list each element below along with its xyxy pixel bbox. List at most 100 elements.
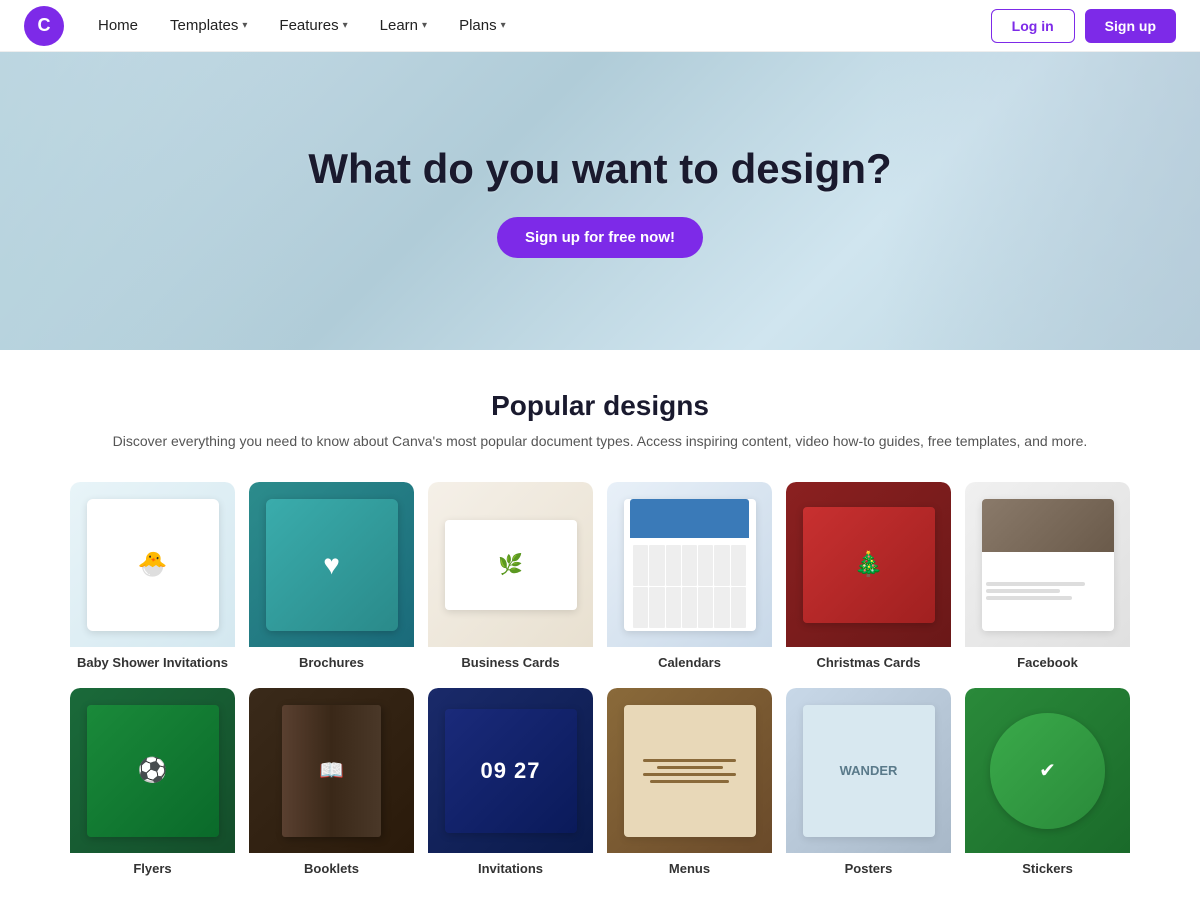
card-image-facebook [965,482,1130,647]
mock-booklets [282,705,381,837]
section-subtitle: Discover everything you need to know abo… [70,430,1130,452]
card-image-stickers [965,688,1130,853]
hero-content: What do you want to design? Sign up for … [308,145,891,258]
nav-links: Home Templates ▾ Features ▾ Learn ▾ Plan… [84,11,991,40]
hero-cta-button[interactable]: Sign up for free now! [497,217,703,258]
mock-posters: WANDER [803,705,935,837]
mock-business-cards [445,520,577,611]
cal-cell [714,545,729,586]
design-card-facebook[interactable]: Facebook [965,482,1130,674]
logo-text: C [38,15,51,36]
designs-grid-row1: Baby Shower Invitations Brochures Busine… [70,482,1130,674]
cal-cell [731,545,746,586]
navbar: C Home Templates ▾ Features ▾ Learn ▾ Pl… [0,0,1200,52]
mock-brochures [266,499,398,631]
card-label-stickers: Stickers [965,853,1130,880]
cal-cell [714,587,729,628]
mock-baby-shower [87,499,219,631]
mock-stickers [990,713,1106,829]
section-title: Popular designs [70,390,1130,422]
nav-features[interactable]: Features ▾ [265,11,361,40]
chevron-down-icon: ▾ [422,20,427,31]
fb-body [982,552,1114,631]
menu-line [650,780,729,783]
cal-cell [649,545,664,586]
card-image-business-cards [428,482,593,647]
design-card-stickers[interactable]: Stickers [965,688,1130,880]
design-card-calendars[interactable]: Calendars [607,482,772,674]
card-image-flyers [70,688,235,853]
mock-christmas-cards [803,507,935,623]
design-card-posters[interactable]: WANDER Posters [786,688,951,880]
cal-cell [666,545,681,586]
hero-section: What do you want to design? Sign up for … [0,52,1200,350]
mock-facebook [982,499,1114,631]
cal-header [630,499,749,539]
cal-cell [649,587,664,628]
card-label-flyers: Flyers [70,853,235,880]
mock-flyers [87,705,219,837]
chevron-down-icon: ▾ [343,20,348,31]
chevron-down-icon: ▾ [242,20,247,31]
menu-line [657,766,723,769]
cal-cell [731,587,746,628]
card-label-menus: Menus [607,853,772,880]
designs-grid-row2: Flyers Booklets 09 27 Invitations [70,688,1130,880]
card-label-calendars: Calendars [607,647,772,674]
fb-line [986,596,1073,600]
card-image-invitations: 09 27 [428,688,593,853]
cal-cell [698,587,713,628]
card-label-baby-shower: Baby Shower Invitations [70,647,235,674]
cal-cell [682,587,697,628]
design-card-invitations[interactable]: 09 27 Invitations [428,688,593,880]
fb-line [986,589,1060,593]
card-image-booklets [249,688,414,853]
chevron-down-icon: ▾ [501,20,506,31]
card-image-menus [607,688,772,853]
card-label-posters: Posters [786,853,951,880]
card-image-brochures [249,482,414,647]
design-card-flyers[interactable]: Flyers [70,688,235,880]
design-card-baby-shower[interactable]: Baby Shower Invitations [70,482,235,674]
card-image-christmas-cards [786,482,951,647]
card-image-baby-shower [70,482,235,647]
card-label-booklets: Booklets [249,853,414,880]
cal-cell [698,545,713,586]
hero-deco-right [880,52,1200,350]
card-label-business-cards: Business Cards [428,647,593,674]
design-card-business-cards[interactable]: Business Cards [428,482,593,674]
login-button[interactable]: Log in [991,9,1075,43]
signup-button[interactable]: Sign up [1085,9,1176,43]
fb-line [986,582,1085,586]
nav-plans[interactable]: Plans ▾ [445,11,520,40]
mock-calendars [624,499,756,631]
mock-menus [624,705,756,837]
card-image-posters: WANDER [786,688,951,853]
cal-body [630,542,749,630]
hero-deco-left [0,52,320,350]
menu-line [643,773,735,776]
hero-title: What do you want to design? [308,145,891,193]
design-card-brochures[interactable]: Brochures [249,482,414,674]
nav-auth: Log in Sign up [991,9,1176,43]
menu-line [643,759,735,762]
design-card-booklets[interactable]: Booklets [249,688,414,880]
mock-invitations: 09 27 [445,709,577,833]
nav-learn[interactable]: Learn ▾ [366,11,441,40]
card-label-brochures: Brochures [249,647,414,674]
cal-cell [682,545,697,586]
cal-cell [633,545,648,586]
cal-cell [633,587,648,628]
card-label-invitations: Invitations [428,853,593,880]
popular-section: Popular designs Discover everything you … [0,350,1200,914]
design-card-christmas-cards[interactable]: Christmas Cards [786,482,951,674]
card-label-facebook: Facebook [965,647,1130,674]
fb-header [982,499,1114,552]
nav-home[interactable]: Home [84,11,152,40]
design-card-menus[interactable]: Menus [607,688,772,880]
card-image-calendars [607,482,772,647]
canva-logo[interactable]: C [24,6,64,46]
card-label-christmas-cards: Christmas Cards [786,647,951,674]
nav-templates[interactable]: Templates ▾ [156,11,261,40]
cal-cell [666,587,681,628]
